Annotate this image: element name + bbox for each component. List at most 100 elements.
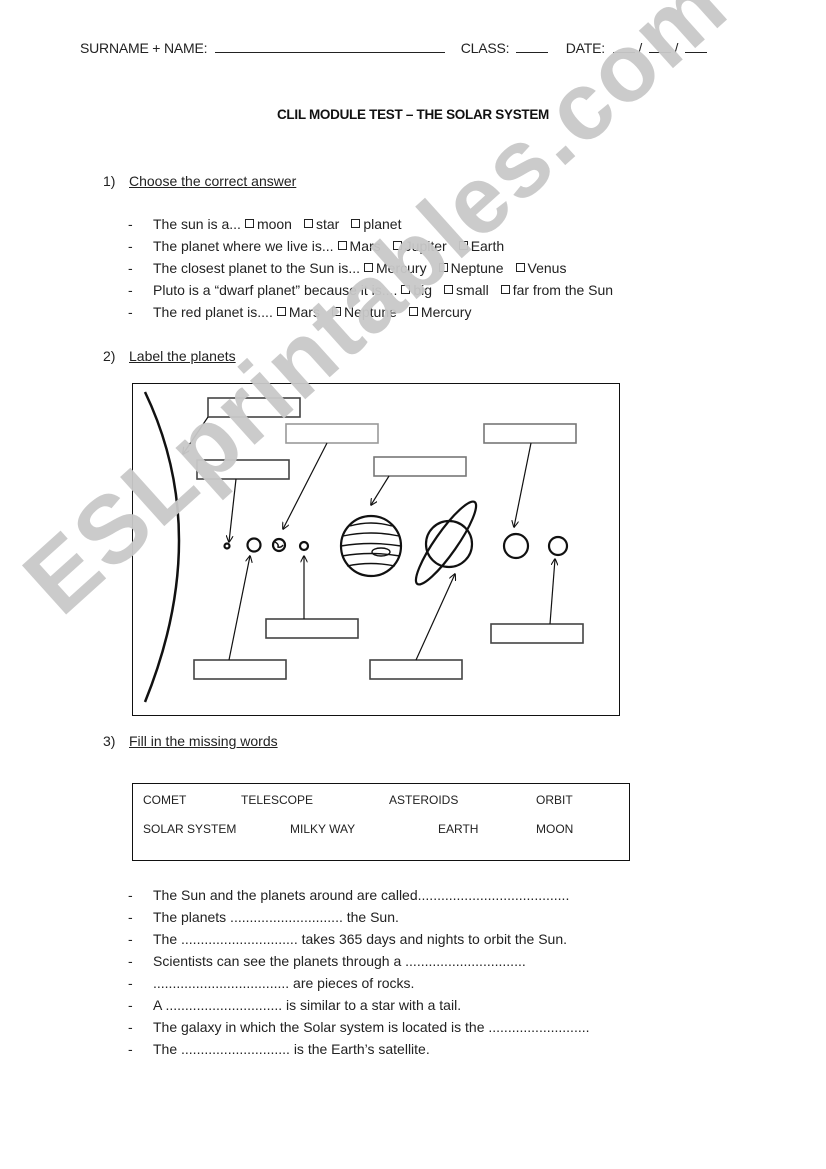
bullet-dash: - (128, 931, 133, 947)
answer-option-label: Neptune (343, 304, 397, 320)
section-number: 3) (103, 733, 116, 749)
answer-checkbox[interactable] (408, 307, 418, 316)
date-separator: / (638, 40, 643, 56)
fill-in-sentence: - The .............................. take… (128, 931, 567, 947)
answer-checkbox[interactable] (276, 307, 286, 316)
planet-mars (298, 540, 310, 552)
answer-option-label: Venus (527, 260, 567, 276)
fill-in-sentence: - The Sun and the planets around are call… (128, 887, 569, 903)
answer-checkbox[interactable] (331, 307, 341, 316)
page-title: CLIL MODULE TEST – THE SOLAR SYSTEM (276, 107, 550, 122)
answer-checkbox[interactable] (401, 285, 411, 294)
answer-checkbox[interactable] (351, 219, 361, 228)
date-separator: / (674, 40, 679, 56)
bullet-dash: - (128, 1041, 133, 1057)
bullet-dash: - (128, 216, 133, 232)
answer-option-label: far from the Sun (512, 282, 614, 298)
section-label: Choose the correct answer (129, 173, 297, 189)
label-box-mars (265, 618, 359, 639)
sentence-text: The .............................. takes… (153, 931, 567, 947)
label-box-sun (207, 397, 301, 418)
label-box-saturn (369, 659, 463, 680)
planet-neptune (547, 535, 569, 557)
question-item: - The closest planet to the Sun is... Merc… (128, 260, 574, 276)
date-month-blank[interactable] (648, 40, 671, 53)
fill-in-sentence: - The galaxy in which the Solar system is… (128, 1019, 590, 1035)
answer-option-label: planet (363, 216, 402, 232)
sentence-text: Scientists can see the planets through a… (153, 953, 526, 969)
bullet-dash: - (128, 997, 133, 1013)
answer-checkbox[interactable] (444, 285, 454, 294)
sentence-text: The Sun and the planets around are calle… (153, 887, 570, 903)
answer-checkbox[interactable] (438, 263, 448, 272)
word-bank-item: ORBIT (536, 793, 573, 807)
fill-in-sentence: - The ............................ is the… (128, 1041, 430, 1057)
question-item: - The red planet is.... Mars Neptune Mercury (128, 304, 479, 320)
answer-checkbox[interactable] (244, 219, 254, 228)
date-day-blank[interactable] (612, 40, 635, 53)
section-label: Label the planets (129, 348, 236, 364)
answer-option-label: Mars (288, 304, 320, 320)
date-year-blank[interactable] (684, 40, 707, 53)
sentence-text: A .............................. is simi… (153, 997, 462, 1013)
sentence-text: The galaxy in which the Solar system is … (153, 1019, 590, 1035)
question-item: - The sun is a... moon star planet (128, 216, 409, 232)
label-box-neptune (490, 623, 584, 644)
question-item: - Pluto is a “dwarf planet” because it is… (128, 282, 621, 298)
answer-option-label: Mercury (376, 260, 427, 276)
bullet-dash: - (128, 238, 133, 254)
answer-checkbox[interactable] (364, 263, 374, 272)
word-bank-item: MILKY WAY (290, 822, 356, 836)
bullet-dash: - (128, 260, 133, 276)
answer-checkbox[interactable] (303, 219, 313, 228)
fill-in-sentence: - A .............................. is sim… (128, 997, 461, 1013)
answer-checkbox[interactable] (337, 241, 347, 250)
surname-label: SURNAME + NAME: (80, 40, 208, 56)
question-text: The red planet is.... (153, 304, 273, 320)
section-label: Fill in the missing words (129, 733, 278, 749)
fill-in-sentence: - The planets ...........................… (128, 909, 399, 925)
sentence-text: The ............................ is the … (153, 1041, 430, 1057)
bullet-dash: - (128, 909, 133, 925)
word-bank-item: COMET (143, 793, 187, 807)
solar-system-drawing (143, 391, 584, 703)
planet-venus (246, 537, 262, 553)
answer-option-label: Jupiter (404, 238, 447, 254)
question-text: The planet where we live is... (153, 238, 334, 254)
fill-in-sentence: - Scientists can see the planets through … (128, 953, 526, 969)
answer-option-label: Neptune (450, 260, 504, 276)
word-bank-item: ASTEROIDS (389, 793, 459, 807)
planet-earth (271, 537, 287, 553)
planet-uranus (502, 532, 530, 560)
question-text: Pluto is a “dwarf planet” because it is.… (153, 282, 398, 298)
bullet-dash: - (128, 282, 133, 298)
answer-option-label: star (315, 216, 340, 232)
sentence-text: ................................... are … (153, 975, 415, 991)
planet-mercury (223, 542, 231, 550)
word-bank-item: MOON (536, 822, 574, 836)
label-box-earth (285, 423, 379, 444)
bullet-dash: - (128, 975, 133, 991)
solar-system-diagram (132, 383, 620, 716)
label-box-uranus (483, 423, 577, 444)
answer-checkbox[interactable] (392, 241, 402, 250)
class-label: CLASS: (460, 40, 510, 56)
answer-option-label: small (456, 282, 489, 298)
section-1-heading: 1) Choose the correct answer (103, 173, 296, 189)
word-bank-item: EARTH (438, 822, 479, 836)
answer-option-label: Mars (349, 238, 381, 254)
section-2-heading: 2) Label the planets (103, 348, 236, 364)
answer-option-label: Mercury (420, 304, 472, 320)
label-box-venus (193, 659, 287, 680)
question-text: The closest planet to the Sun is... (153, 260, 361, 276)
answer-checkbox[interactable] (515, 263, 525, 272)
class-blank[interactable] (516, 40, 549, 53)
answer-checkbox[interactable] (500, 285, 510, 294)
surname-blank[interactable] (215, 40, 446, 53)
question-item: - The planet where we live is... Mars Jupit… (128, 238, 512, 254)
section-number: 1) (103, 173, 116, 189)
answer-checkbox[interactable] (458, 241, 468, 250)
bullet-dash: - (128, 887, 133, 903)
bullet-dash: - (128, 304, 133, 320)
planet-jupiter (339, 514, 403, 578)
